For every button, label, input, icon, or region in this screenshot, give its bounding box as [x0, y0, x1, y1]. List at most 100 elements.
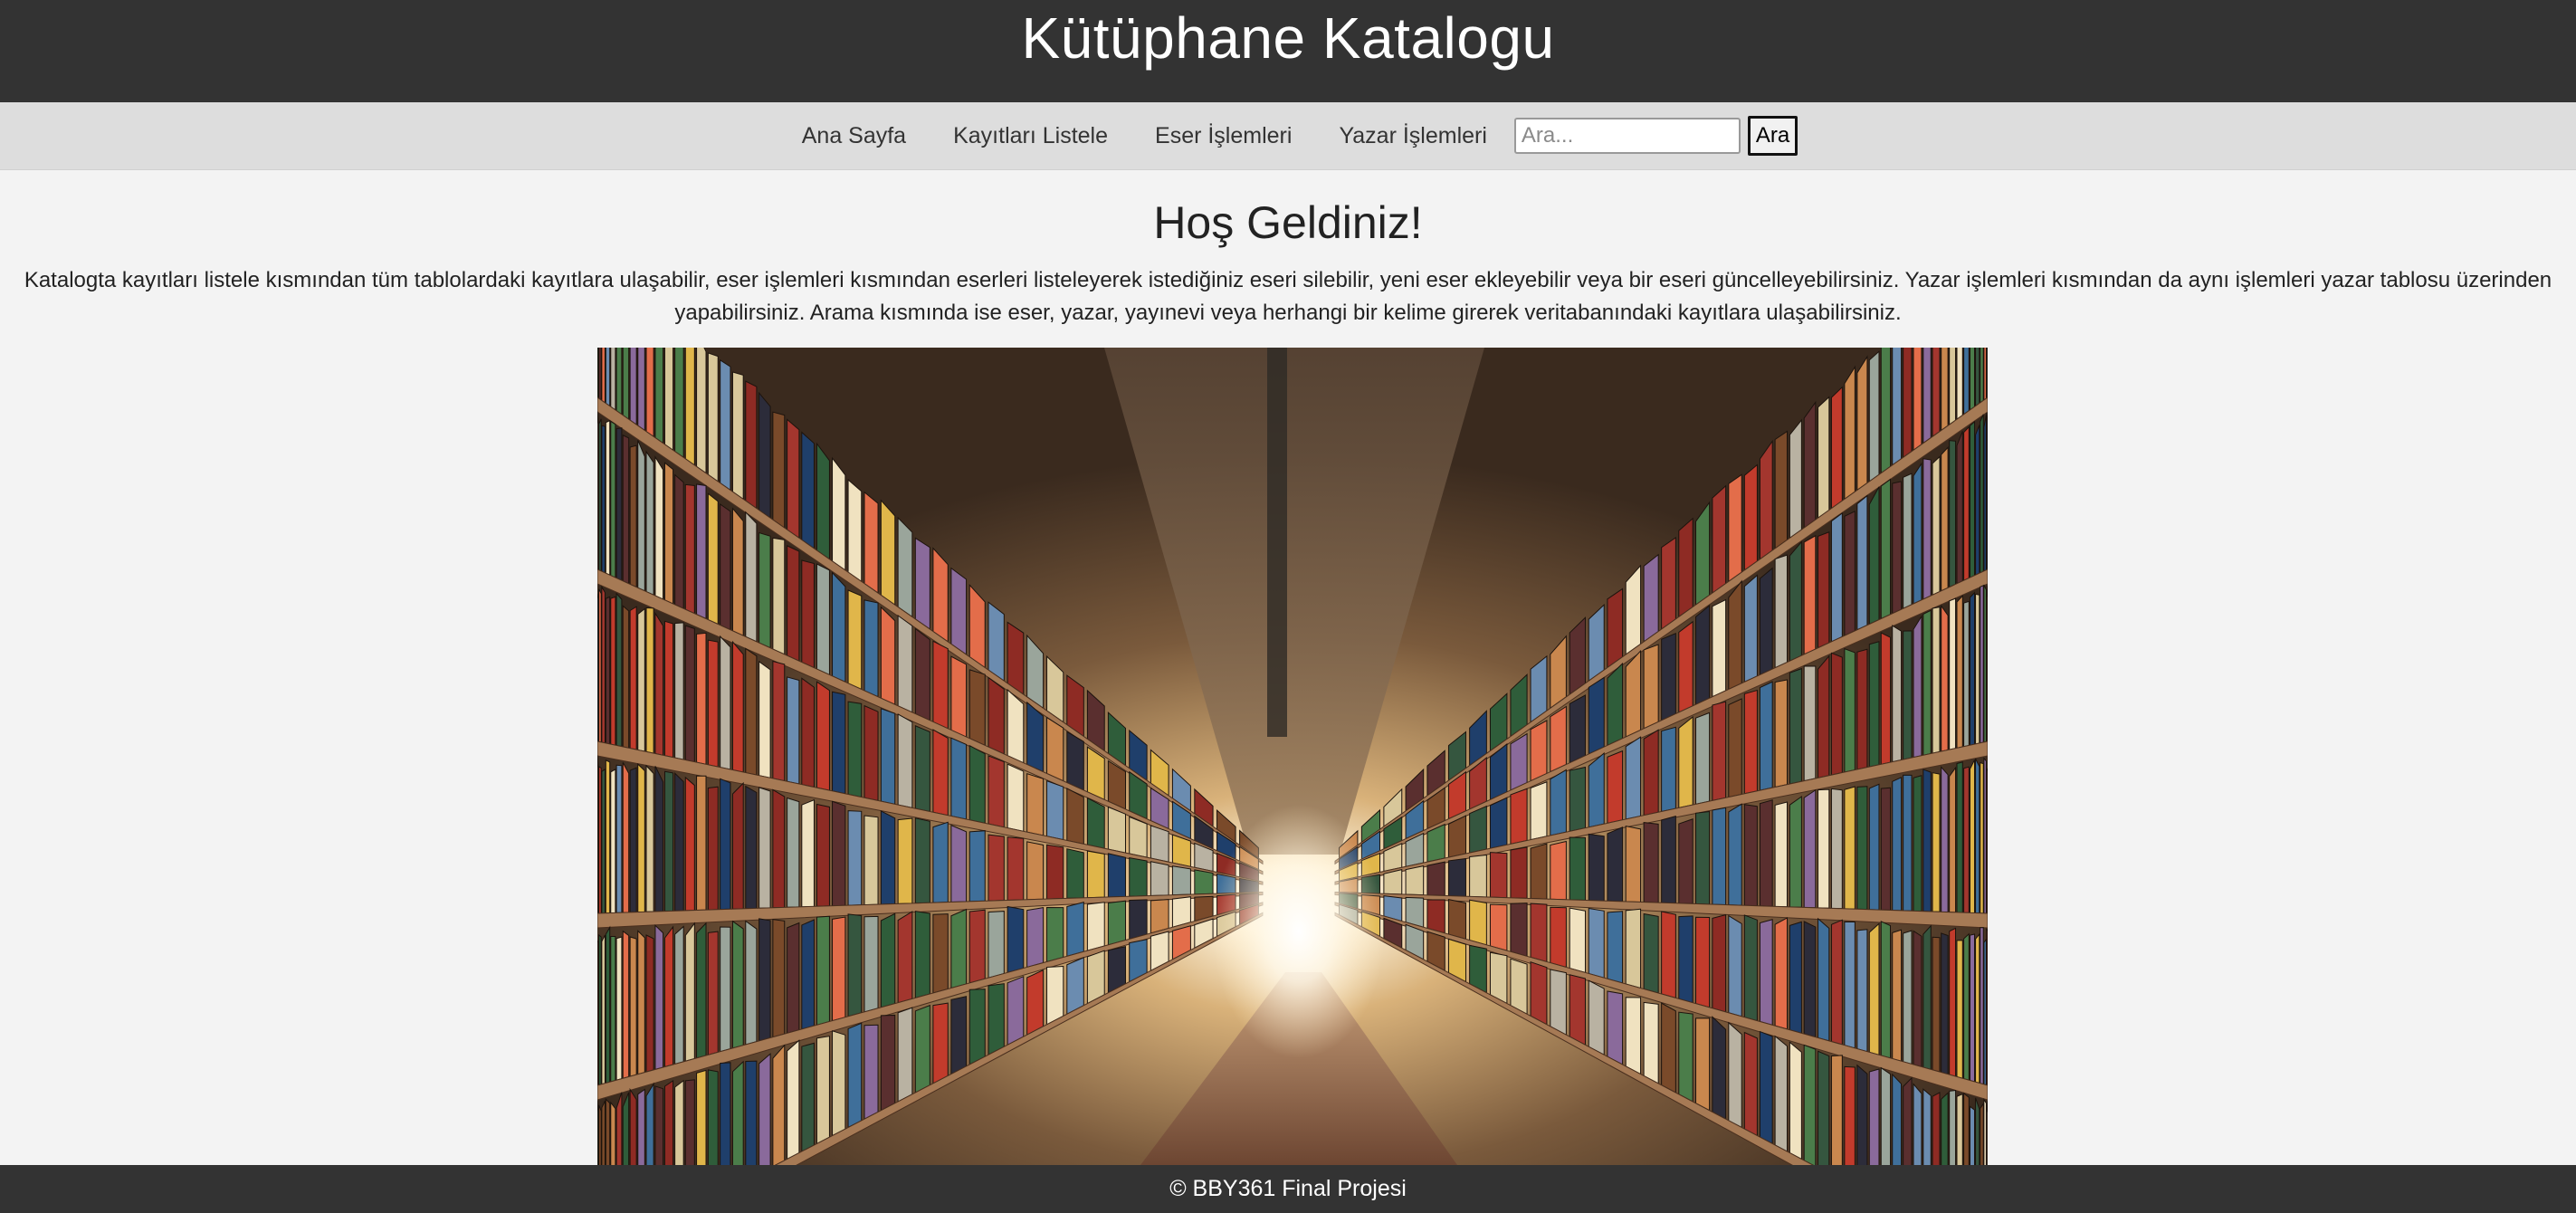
book-spine	[745, 1060, 758, 1165]
book-spine	[1046, 844, 1064, 900]
book-spine	[1922, 769, 1932, 912]
book-spine	[1066, 848, 1084, 899]
book-spine	[1728, 914, 1742, 1017]
book-spine	[1107, 900, 1126, 946]
book-spine	[1932, 348, 1941, 438]
book-spine	[598, 348, 602, 401]
book-spine	[1588, 833, 1605, 902]
book-spine	[1986, 928, 1988, 1086]
book-spine	[832, 1030, 846, 1137]
book-spine	[1046, 966, 1064, 1026]
book-spine	[1026, 969, 1045, 1036]
book-spine	[629, 606, 637, 750]
book-spine	[1975, 932, 1980, 1084]
book-spine	[1150, 825, 1169, 863]
book-spine	[950, 655, 968, 738]
book-spine	[1007, 763, 1025, 832]
book-spine	[1941, 348, 1949, 432]
book-spine	[914, 725, 930, 813]
book-spine	[707, 352, 719, 482]
book-spine	[1803, 921, 1817, 1038]
book-spine	[1759, 799, 1773, 907]
book-spine	[601, 768, 606, 914]
book-spine	[1983, 584, 1987, 743]
book-spine	[1728, 473, 1742, 583]
book-spine	[629, 444, 637, 588]
nav-link-home[interactable]: Ana Sayfa	[778, 102, 930, 169]
book-spine	[1969, 591, 1976, 746]
book-spine	[1007, 975, 1025, 1046]
library-bookshelves-illustration	[597, 348, 1988, 1165]
nav-link-author-operations[interactable]: Yazar İşlemleri	[1315, 102, 1510, 169]
search-input[interactable]	[1513, 118, 1741, 154]
book-spine	[1625, 649, 1642, 738]
book-spine	[597, 593, 599, 742]
book-spine	[1922, 609, 1932, 756]
book-spine	[932, 729, 949, 817]
book-spine	[1759, 1030, 1773, 1145]
book-spine	[731, 640, 744, 773]
book-spine	[1026, 906, 1045, 969]
book-spine	[605, 348, 611, 407]
book-spine	[707, 492, 719, 626]
book-spine	[1046, 716, 1064, 782]
book-spine	[1728, 803, 1742, 906]
book-spine	[950, 996, 968, 1075]
book-spine	[1007, 836, 1025, 902]
book-spine	[1963, 425, 1970, 581]
book-spine	[1803, 1044, 1817, 1165]
book-spine	[1774, 1035, 1788, 1152]
book-spine	[684, 1079, 695, 1165]
book-spine	[1530, 720, 1548, 782]
book-spine	[1980, 761, 1984, 914]
book-spine	[707, 786, 719, 911]
book-spine	[847, 478, 863, 583]
book-spine	[1880, 921, 1892, 1059]
book-spine	[772, 788, 786, 909]
book-spine	[932, 1002, 949, 1084]
book-spine	[1975, 1097, 1980, 1165]
book-spine	[731, 920, 744, 1049]
book-spine	[968, 830, 986, 903]
book-spine	[863, 1024, 879, 1121]
book-spine	[758, 1053, 771, 1165]
book-spine	[1530, 903, 1548, 963]
book-spine	[1880, 787, 1892, 912]
book-spine	[1986, 1101, 1988, 1165]
book-spine	[758, 918, 771, 1042]
book-spine	[1774, 801, 1788, 908]
book-spine	[1892, 348, 1903, 466]
book-spine	[610, 769, 616, 914]
book-spine	[637, 348, 645, 432]
book-spine	[1941, 932, 1949, 1075]
book-spine	[1830, 788, 1843, 910]
book-spine	[1913, 775, 1922, 912]
search-button[interactable]: Ara	[1747, 116, 1798, 156]
book-spine	[1588, 907, 1605, 979]
nav-link-list-records[interactable]: Kayıtları Listele	[930, 102, 1131, 169]
page: Kütüphane Katalogu Ana Sayfa Kayıtları L…	[0, 0, 2576, 1213]
book-spine	[1712, 484, 1727, 595]
book-spine	[1661, 1002, 1676, 1094]
book-spine	[1983, 415, 1987, 572]
book-spine	[1007, 905, 1025, 974]
nav-link-work-operations[interactable]: Eser İşlemleri	[1131, 102, 1315, 169]
book-spine	[880, 708, 896, 805]
book-spine	[637, 930, 645, 1075]
book-spine	[863, 599, 879, 698]
book-spine	[1986, 412, 1988, 571]
main-content: Hoş Geldiniz! Katalogta kayıtları listel…	[0, 170, 2576, 330]
book-spine	[1963, 1092, 1970, 1165]
book-spine	[605, 759, 611, 914]
book-spine	[637, 440, 645, 592]
book-spine	[1426, 861, 1445, 896]
book-spine	[696, 483, 707, 620]
book-spine	[847, 913, 863, 1017]
book-spine	[615, 427, 623, 581]
book-spine	[1803, 788, 1817, 909]
book-spine	[663, 770, 674, 912]
book-spine	[1941, 446, 1949, 592]
book-spine	[1983, 1097, 1987, 1165]
search-form: Ara	[1513, 116, 1798, 156]
book-spine	[1046, 907, 1064, 963]
